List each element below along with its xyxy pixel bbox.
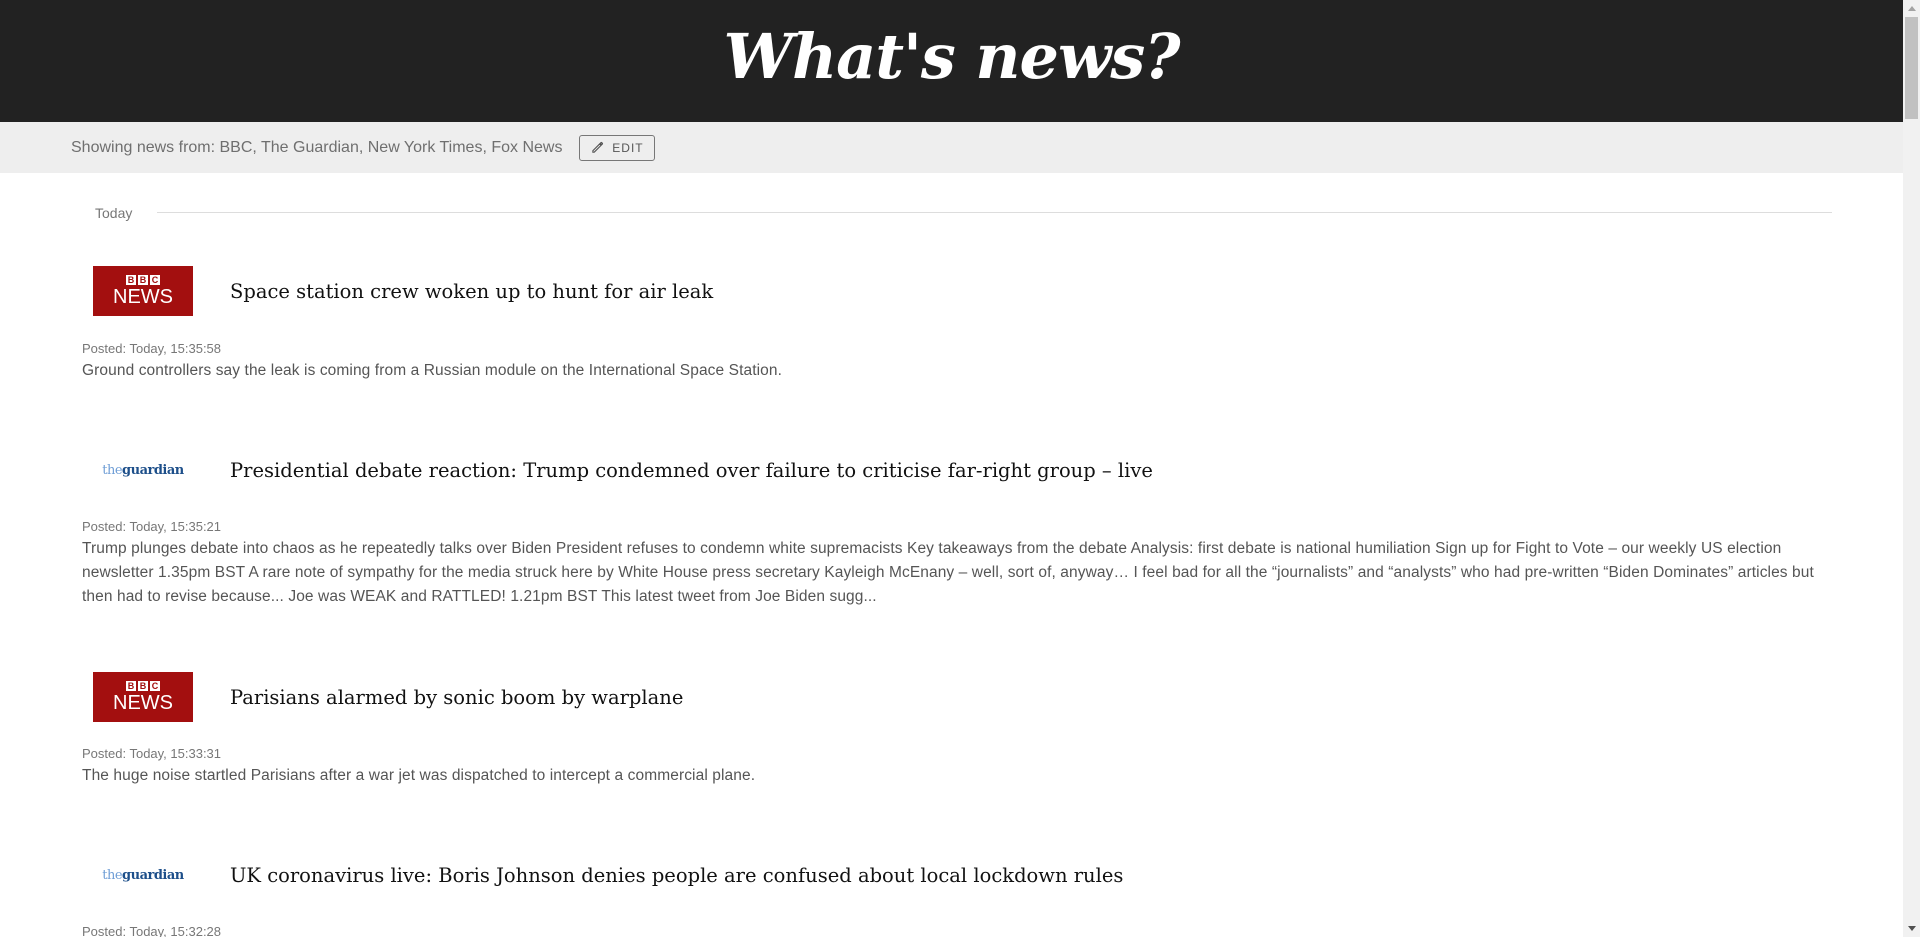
posted-time: Posted: Today, 15:33:31: [82, 746, 222, 761]
headline-link[interactable]: UK coronavirus live: Boris Johnson denie…: [230, 864, 1123, 887]
site-title: What's news?: [723, 19, 1180, 93]
news-item: theguardian UK coronavirus live: Boris J…: [82, 850, 1832, 937]
news-item: BBC NEWS Space station crew woken up to …: [82, 266, 1832, 383]
article-summary: The huge noise startled Parisians after …: [82, 767, 756, 784]
sources-text: Showing news from: BBC, The Guardian, Ne…: [71, 138, 563, 156]
section-header: Today: [82, 173, 1832, 229]
edit-button-label: EDIT: [612, 140, 644, 155]
headline-link[interactable]: Space station crew woken up to hunt for …: [230, 280, 713, 303]
news-item: theguardian Presidential debate reaction…: [82, 445, 1832, 609]
pencil-icon: [591, 141, 604, 154]
section-divider: [157, 212, 1832, 213]
news-item: BBC NEWS Parisians alarmed by sonic boom…: [82, 672, 1832, 788]
sources-bar: Showing news from: BBC, The Guardian, Ne…: [0, 122, 1903, 173]
news-item-head: BBC NEWS Parisians alarmed by sonic boom…: [82, 672, 1832, 722]
page: What's news? Showing news from: BBC, The…: [0, 0, 1903, 937]
bbc-news-logo: BBC NEWS: [93, 266, 193, 316]
guardian-logo: theguardian: [102, 462, 184, 478]
headline-link[interactable]: Parisians alarmed by sonic boom by warpl…: [230, 686, 683, 709]
scrollbar-thumb[interactable]: [1905, 17, 1918, 119]
news-item-head: BBC NEWS Space station crew woken up to …: [82, 266, 1832, 316]
news-item-head: theguardian UK coronavirus live: Boris J…: [82, 850, 1832, 900]
posted-time: Posted: Today, 15:35:58: [82, 341, 222, 356]
section-label: Today: [95, 205, 133, 221]
headline-link[interactable]: Presidential debate reaction: Trump cond…: [230, 459, 1153, 482]
posted-time: Posted: Today, 15:32:28: [82, 924, 222, 937]
posted-time: Posted: Today, 15:35:21: [82, 519, 222, 534]
edit-sources-button[interactable]: EDIT: [579, 134, 656, 161]
site-header: What's news?: [0, 0, 1903, 122]
news-item-head: theguardian Presidential debate reaction…: [82, 445, 1832, 495]
arrow-down-icon[interactable]: [1903, 920, 1920, 937]
bbc-news-logo: BBC NEWS: [93, 672, 193, 722]
article-summary: Ground controllers say the leak is comin…: [82, 362, 783, 379]
article-summary: Trump plunges debate into chaos as he re…: [82, 540, 1814, 605]
arrow-up-icon[interactable]: [1903, 0, 1920, 17]
vertical-scrollbar[interactable]: [1903, 0, 1920, 937]
guardian-logo: theguardian: [102, 867, 184, 883]
news-feed: Today BBC NEWS Space station crew woken …: [0, 173, 1903, 937]
